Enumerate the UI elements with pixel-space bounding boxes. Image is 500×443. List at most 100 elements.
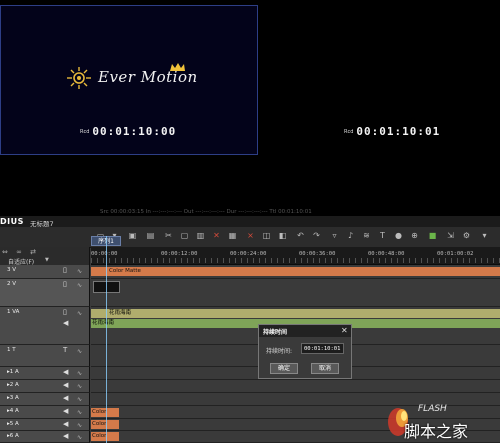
app-name: DIUS <box>0 217 24 226</box>
timeline-toolbar: ▭ ▾ ▣ ▤ ✂ ▢ ▥ ✕ ▦ ⨯ ◫ ◧ ↶ ↷ ▿ ♪ ≋ T ● ⊕ … <box>0 227 500 248</box>
track-row-3v[interactable]: Color Matte <box>91 265 500 279</box>
track-label: 1 T <box>7 347 16 353</box>
duration-label: 持续时间: <box>266 348 293 355</box>
playhead[interactable] <box>106 236 107 443</box>
dialog-title: 持续时间 <box>263 329 288 336</box>
track-header-6a[interactable]: ▸6 A ◀ ∿ <box>0 431 90 443</box>
cut-icon[interactable]: ✂ <box>164 231 173 240</box>
clip-color-6a[interactable]: Color <box>91 432 119 441</box>
track-label: ▸3 A <box>7 395 19 401</box>
speaker-icon[interactable]: ◀ <box>63 420 68 428</box>
close-icon[interactable]: ✕ <box>341 326 348 335</box>
waveform-icon[interactable]: ∿ <box>77 409 82 416</box>
duration-input[interactable]: 00:01:10:01 <box>301 343 344 354</box>
track-header-1t[interactable]: 1 T T ∿ <box>0 345 90 367</box>
sync-icon[interactable]: ⊕ <box>410 231 419 240</box>
folder-icon[interactable]: ▣ <box>128 231 137 240</box>
track-label: ▸5 A <box>7 421 19 427</box>
lock-icon[interactable]: ▯ <box>63 308 67 316</box>
record-timecode: Rcd 00:01:10:01 <box>344 125 440 139</box>
trim-icon[interactable]: ◧ <box>278 231 287 240</box>
track-label: ▸4 A <box>7 408 19 414</box>
copy-icon[interactable]: ▢ <box>180 231 189 240</box>
track-row-2v[interactable] <box>91 279 500 307</box>
speaker-icon[interactable]: ◀ <box>63 432 68 440</box>
waveform-icon[interactable]: ∿ <box>77 422 82 429</box>
track-header-5a[interactable]: ▸5 A ◀ ∿ <box>0 419 90 431</box>
speaker-icon[interactable]: ◀ <box>63 394 68 402</box>
record-timecode-prefix: Rcd <box>344 129 354 135</box>
razor-icon[interactable]: ⨯ <box>246 231 255 240</box>
waveform-icon[interactable]: ∿ <box>77 370 82 377</box>
speaker-icon[interactable]: ◀ <box>63 319 68 327</box>
track-header-2v[interactable]: 2 V ▯ ∿ <box>0 279 90 307</box>
timeline-ruler[interactable]: 00:00:00 00:00:12:00 00:00:24:00 00:00:3… <box>91 247 500 265</box>
cancel-button[interactable]: 取消 <box>311 363 339 374</box>
more-icon[interactable]: ▾ <box>480 231 489 240</box>
render-icon[interactable]: ■ <box>428 231 437 240</box>
export-icon[interactable]: ⇲ <box>446 231 455 240</box>
capture-icon[interactable]: ● <box>394 231 403 240</box>
ruler-label: 00:00:36:00 <box>299 251 336 257</box>
track-tools-icons[interactable]: ⇔ ∞ ⇄ <box>2 248 39 256</box>
track-header-toolbar: ⇔ ∞ ⇄ 自适应(F) ▼ <box>0 247 90 266</box>
ripple-icon[interactable]: ▦ <box>228 231 237 240</box>
track-header-4a[interactable]: ▸4 A ◀ ∿ <box>0 406 90 419</box>
track-label: 3 V <box>7 267 17 273</box>
clip-video-main[interactable]: 花雨海南 <box>91 309 500 318</box>
speaker-icon[interactable]: ◀ <box>63 368 68 376</box>
ruler-label: 00:00:24:00 <box>230 251 267 257</box>
ok-button[interactable]: 确定 <box>270 363 298 374</box>
waveform-icon[interactable]: ∿ <box>77 310 82 317</box>
ruler-label: 00:00:00 <box>91 251 118 257</box>
mixer-icon[interactable]: ≋ <box>362 231 371 240</box>
redo-icon[interactable]: ↷ <box>312 231 321 240</box>
waveform-icon[interactable]: ∿ <box>77 348 82 355</box>
speaker-icon[interactable]: ◀ <box>63 381 68 389</box>
track-header-2a[interactable]: ▸2 A ◀ ∿ <box>0 380 90 393</box>
clip-color-4a[interactable]: Color <box>91 408 119 417</box>
dialog-title-bar[interactable]: 持续时间 ✕ <box>259 325 351 337</box>
track-header-3v[interactable]: 3 V ▯ ∿ <box>0 265 90 279</box>
track-header-1va[interactable]: 1 VA ▯ ◀ ∿ <box>0 307 90 345</box>
audio-icon[interactable]: ♪ <box>346 231 355 240</box>
waveform-icon[interactable]: ∿ <box>77 383 82 390</box>
clip-color-matte[interactable]: Color Matte <box>91 267 500 276</box>
undo-icon[interactable]: ↶ <box>296 231 305 240</box>
paste-icon[interactable]: ▥ <box>196 231 205 240</box>
delete-icon[interactable]: ✕ <box>212 231 221 240</box>
save-icon[interactable]: ▤ <box>146 231 155 240</box>
track-header-1a[interactable]: ▸1 A ◀ ∿ <box>0 367 90 380</box>
clip-color-5a[interactable]: Color <box>91 420 119 429</box>
split-icon[interactable]: ◫ <box>262 231 271 240</box>
speaker-icon[interactable]: ◀ <box>63 407 68 415</box>
ruler-ticks <box>91 258 500 263</box>
track-label: ▸2 A <box>7 382 19 388</box>
lock-icon[interactable]: ▯ <box>63 280 67 288</box>
track-label: ▸1 A <box>7 369 19 375</box>
waveform-icon[interactable]: ∿ <box>77 268 82 275</box>
logo-text: Ever Motion <box>98 68 198 86</box>
settings-icon[interactable]: ⚙ <box>462 231 471 240</box>
track-header-3a[interactable]: ▸3 A ◀ ∿ <box>0 393 90 406</box>
waveform-icon[interactable]: ∿ <box>77 396 82 403</box>
preview-area: Ever Motion Rcd 00:01:10:00 Rcd 00:01:10:0… <box>0 0 500 208</box>
ruler-label: 00:01:00:02 <box>437 251 474 257</box>
timeline-title-bar: DIUS 无标题7 <box>0 216 500 228</box>
ruler-label: 00:00:48:00 <box>368 251 405 257</box>
track-label: 2 V <box>7 281 17 287</box>
waveform-icon[interactable]: ∿ <box>77 282 82 289</box>
track-label: ▸6 A <box>7 433 19 439</box>
marker-icon[interactable]: ▿ <box>330 231 339 240</box>
status-line: Src 00:00:03:15 In ---:---:---:--- Out -… <box>100 209 312 215</box>
text-track-icon[interactable]: T <box>63 346 67 354</box>
lock-icon[interactable]: ▯ <box>63 266 67 274</box>
duration-dialog: 持续时间 ✕ 持续时间: 00:01:10:01 确定 取消 <box>258 324 352 379</box>
ruler-label: 00:00:12:00 <box>161 251 198 257</box>
watermark-en: FLASH <box>418 404 447 414</box>
title-icon[interactable]: T <box>378 231 387 240</box>
waveform-icon[interactable]: ∿ <box>77 434 82 441</box>
source-timecode-prefix: Rcd <box>80 129 90 135</box>
track-label: 1 VA <box>7 309 20 315</box>
chevron-down-icon[interactable]: ▼ <box>45 257 49 263</box>
